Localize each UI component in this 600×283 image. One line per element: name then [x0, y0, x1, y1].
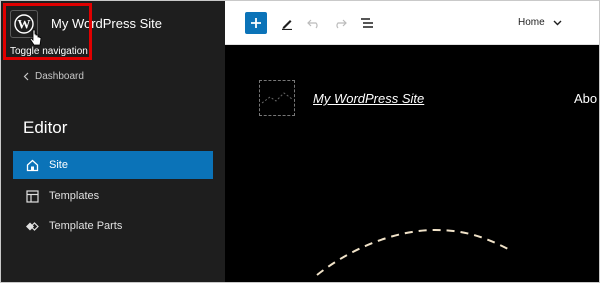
undo-icon: [307, 19, 318, 29]
canvas-site-title-link[interactable]: My WordPress Site: [313, 91, 424, 106]
app-frame: W My WordPress Site Toggle navigation Da…: [0, 0, 600, 283]
sidebar-item-site[interactable]: Site: [13, 151, 213, 179]
template-selector-label: Home: [518, 17, 545, 28]
sidebar-item-label: Site: [49, 159, 68, 171]
undo-button[interactable]: [305, 14, 323, 32]
back-label: Dashboard: [35, 71, 84, 82]
back-to-dashboard-link[interactable]: Dashboard: [23, 71, 84, 82]
editor-toolbar: Home: [225, 1, 599, 45]
site-preview-canvas[interactable]: My WordPress Site Abo: [225, 45, 599, 282]
editor-heading: Editor: [23, 118, 68, 137]
sidebar: W My WordPress Site Toggle navigation Da…: [1, 1, 225, 282]
chevron-left-icon: [23, 72, 29, 81]
template-selector[interactable]: Home: [518, 17, 562, 28]
sidebar-item-template-parts[interactable]: Template Parts: [13, 212, 213, 240]
layout-icon: [25, 189, 39, 203]
highlight-annotation-box: [3, 3, 92, 60]
canvas-nav-link[interactable]: Abo: [574, 91, 597, 106]
chevron-down-icon: [553, 20, 562, 25]
document-overview-button[interactable]: [358, 14, 376, 32]
symbol-icon: [25, 219, 39, 233]
add-block-button[interactable]: [245, 12, 267, 34]
image-placeholder-icon: [261, 92, 293, 104]
site-logo-placeholder[interactable]: [259, 80, 295, 116]
edit-tool-button[interactable]: [278, 14, 296, 32]
sidebar-item-label: Templates: [49, 190, 100, 202]
home-icon: [25, 158, 39, 172]
pencil-icon: [282, 20, 292, 30]
redo-icon: [336, 19, 347, 29]
sidebar-item-templates[interactable]: Templates: [13, 182, 213, 210]
decorative-wave-line: [316, 228, 511, 276]
list-view-icon: [361, 18, 373, 28]
sidebar-item-label: Template Parts: [49, 220, 123, 232]
redo-button[interactable]: [331, 14, 349, 32]
plus-icon: [251, 18, 261, 28]
